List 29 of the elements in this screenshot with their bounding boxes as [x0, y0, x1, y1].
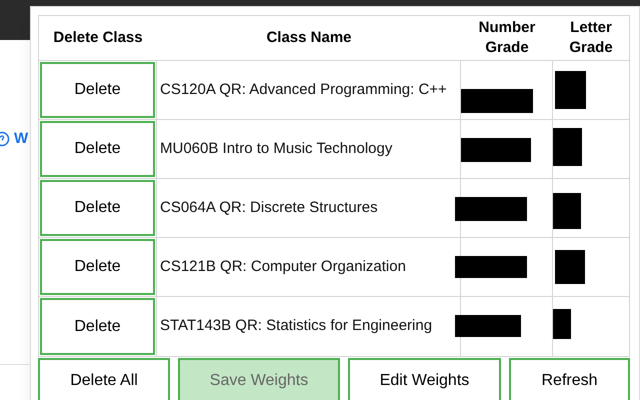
- column-header: Delete Class: [53, 28, 143, 48]
- redaction-mark: [455, 256, 527, 278]
- redaction-mark: [553, 193, 581, 229]
- page-link[interactable]: W: [14, 128, 28, 150]
- action-button[interactable]: Edit Weights: [348, 358, 501, 400]
- column-header: Letter Grade: [568, 18, 614, 58]
- redaction-mark: [455, 315, 521, 337]
- class-name-cell-text: STAT143B QR: Statistics for Engineering: [160, 316, 432, 336]
- class-name-cell-text: CS064A QR: Discrete Structures: [160, 198, 378, 218]
- action-button[interactable]: Refresh: [509, 358, 630, 400]
- column-header: Number Grade: [478, 18, 536, 58]
- class-name-cell-text: CS120A QR: Advanced Programming: C++: [160, 80, 447, 100]
- help-icon: [0, 131, 10, 148]
- redaction-mark: [461, 89, 533, 113]
- redaction-mark: [455, 197, 527, 221]
- class-name-cell-text: CS121B QR: Computer Organization: [160, 256, 406, 277]
- redaction-mark: [555, 71, 586, 109]
- column-header: Class Name: [266, 28, 352, 48]
- delete-button[interactable]: Delete: [40, 239, 155, 295]
- redaction-mark: [461, 138, 531, 162]
- action-button[interactable]: Delete All: [38, 358, 170, 400]
- delete-button[interactable]: Delete: [40, 62, 155, 118]
- redaction-mark: [555, 250, 585, 284]
- redaction-mark: [553, 128, 582, 166]
- delete-button[interactable]: Delete: [40, 180, 155, 236]
- redaction-mark: [553, 309, 571, 339]
- delete-button[interactable]: Delete: [40, 121, 155, 177]
- class-name-cell-text: MU060B Intro to Music Technology: [160, 138, 392, 159]
- delete-button[interactable]: Delete: [40, 298, 155, 355]
